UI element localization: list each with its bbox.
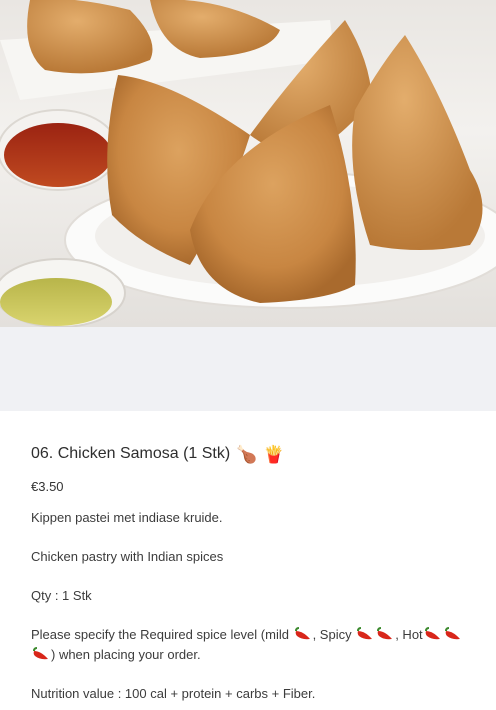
- product-title: 06. Chicken Samosa (1 Stk): [31, 445, 231, 462]
- spice-text-2: , Spicy: [312, 627, 356, 642]
- description-english: Chicken pastry with Indian spices: [31, 549, 224, 564]
- product-details: 06. Chicken Samosa (1 Stk) 🍗 🍟 €3.50 Kip…: [0, 443, 496, 704]
- product-image: [0, 0, 496, 327]
- chicken-leg-icon: 🍗: [236, 444, 258, 464]
- samosa-right: [352, 35, 483, 250]
- fries-icon: 🍟: [263, 444, 285, 464]
- description-dutch: Kippen pastei met indiase kruide.: [31, 510, 223, 525]
- description-qty: Qty : 1 Stk: [31, 588, 92, 603]
- product-title-row: 06. Chicken Samosa (1 Stk) 🍗 🍟: [31, 443, 465, 465]
- samosa-photo: [0, 0, 496, 327]
- chili-pepper-icon: [33, 647, 48, 660]
- chili-pepper-icon: [377, 627, 393, 640]
- spice-text-4: ) when placing your order.: [51, 647, 201, 662]
- image-spacer: [0, 327, 496, 411]
- chili-pepper-icon: [424, 627, 440, 640]
- description-nutrition: Nutrition value : 100 cal + protein + ca…: [31, 686, 316, 701]
- product-description: Kippen pastei met indiase kruide. Chicke…: [31, 508, 465, 704]
- chili-pepper-icon: [294, 627, 310, 640]
- back-samosa: [27, 0, 153, 74]
- chili-pepper-icon: [444, 627, 460, 640]
- description-spice-level: Please specify the Required spice level …: [31, 625, 465, 665]
- green-chutney: [0, 278, 112, 326]
- product-price: €3.50: [31, 479, 64, 494]
- spice-text-1: Please specify the Required spice level …: [31, 627, 293, 642]
- chili-pepper-icon: [357, 627, 373, 640]
- spice-text-3: , Hot: [395, 627, 423, 642]
- red-sauce: [4, 123, 112, 187]
